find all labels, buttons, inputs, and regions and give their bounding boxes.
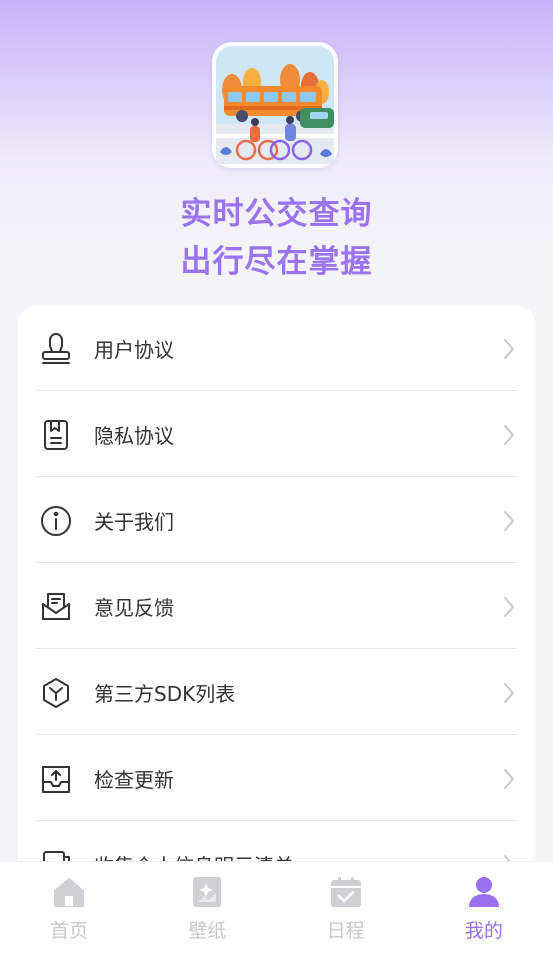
user-stamp-icon <box>36 329 76 369</box>
bottom-tab-bar: 首页 壁纸 日程 我的 <box>0 861 553 953</box>
menu-item-third-party-sdk[interactable]: 第三方SDK列表 <box>36 650 517 735</box>
settings-menu: 用户协议 隐私协议 关于我们 意见反馈 第三方SDK列表 检查更新 <box>18 306 535 906</box>
menu-item-check-update[interactable]: 检查更新 <box>36 736 517 821</box>
menu-item-label: 第三方SDK列表 <box>94 682 236 706</box>
slogan-line-2: 出行尽在掌握 <box>180 244 373 280</box>
profile-icon <box>464 872 504 912</box>
divider <box>36 390 517 391</box>
tab-label: 我的 <box>464 920 503 942</box>
document-icon <box>36 415 76 455</box>
chevron-right-icon <box>501 337 517 361</box>
tab-mine[interactable]: 我的 <box>415 862 553 953</box>
divider <box>36 648 517 649</box>
upload-tray-icon <box>36 759 76 799</box>
divider <box>36 476 517 477</box>
chevron-right-icon <box>501 767 517 791</box>
wallpaper-icon <box>187 872 227 912</box>
cube-icon <box>36 673 76 713</box>
menu-item-feedback[interactable]: 意见反馈 <box>36 564 517 649</box>
tab-label: 日程 <box>326 920 365 942</box>
menu-item-label: 关于我们 <box>94 510 174 534</box>
page: 实时公交查询 出行尽在掌握 用户协议 隐私协议 关于我们 意见反馈 第三方SDK… <box>0 0 553 953</box>
menu-item-label: 意见反馈 <box>94 596 174 620</box>
divider <box>36 562 517 563</box>
menu-item-privacy-policy[interactable]: 隐私协议 <box>36 392 517 477</box>
feedback-mail-icon <box>36 587 76 627</box>
chevron-right-icon <box>501 423 517 447</box>
tab-wallpaper[interactable]: 壁纸 <box>138 862 276 953</box>
divider <box>36 820 517 821</box>
tab-label: 壁纸 <box>188 920 227 942</box>
menu-item-label: 检查更新 <box>94 768 174 792</box>
info-icon <box>36 501 76 541</box>
tab-home[interactable]: 首页 <box>0 862 138 953</box>
menu-item-about-us[interactable]: 关于我们 <box>36 478 517 563</box>
slogan-line-1: 实时公交查询 <box>180 196 373 232</box>
home-icon <box>49 872 89 912</box>
chevron-right-icon <box>501 509 517 533</box>
tab-label: 首页 <box>50 920 89 942</box>
menu-item-user-agreement[interactable]: 用户协议 <box>36 306 517 391</box>
chevron-right-icon <box>501 681 517 705</box>
tab-schedule[interactable]: 日程 <box>277 862 415 953</box>
menu-item-label: 隐私协议 <box>94 424 174 448</box>
app-logo <box>212 42 338 168</box>
chevron-right-icon <box>501 595 517 619</box>
menu-item-label: 用户协议 <box>94 338 174 362</box>
divider <box>36 734 517 735</box>
calendar-icon <box>326 872 366 912</box>
